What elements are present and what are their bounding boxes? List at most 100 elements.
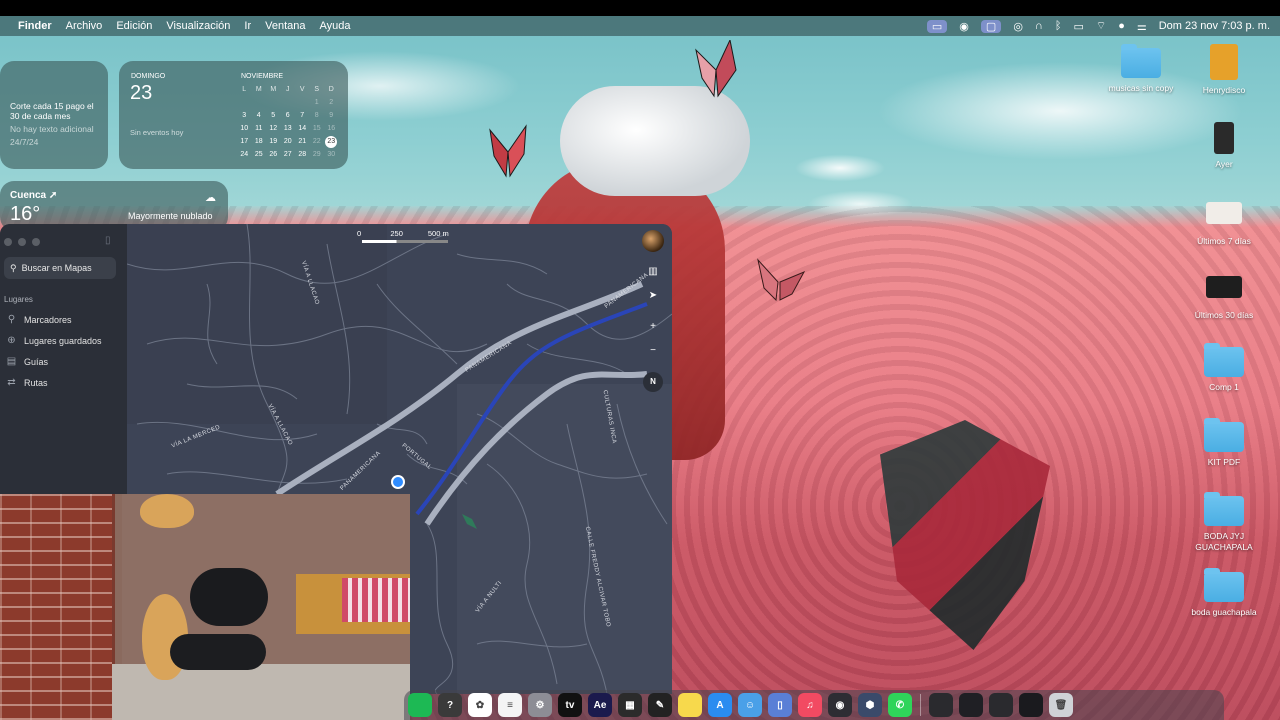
desktop-icon-comp1[interactable]: Comp 1 [1184,343,1264,393]
music-icon[interactable]: ♫ [798,693,822,717]
finder-icon[interactable]: ☺ [738,693,762,717]
calendar-day: 8 [314,112,319,119]
sidebar-toggle-icon[interactable]: ▯ [105,235,111,246]
sidebar-item-rutas[interactable]: ⇄ Rutas [6,377,48,388]
reminder-note: No hay texto adicional [10,124,94,134]
sidebar-item-marcadores[interactable]: ⚲ Marcadores [6,314,72,325]
calendar-day: 12 [269,125,278,132]
bluetooth-icon[interactable]: ᛒ [1055,20,1062,32]
screen-mirroring-icon[interactable]: ▭ [926,19,948,33]
window-thumb-icon[interactable] [989,693,1013,717]
obs-icon[interactable]: ◉ [828,693,852,717]
menu-visualizacion[interactable]: Visualización [166,20,230,32]
sidebar-item-lugares-guardados[interactable]: ⊕ Lugares guardados [6,335,101,346]
calendar-day: 24 [240,151,249,158]
menu-bar-status: ▭ ◉ ▢ ◎ ∩ ᛒ ▭ ⌔ ● ⚌ Dom 23 nov 7:03 p. m… [926,16,1270,36]
sidebar-item-label: Rutas [24,377,48,388]
maps-search-field[interactable]: ⚲ Buscar en Mapas [4,257,116,279]
app-store-icon[interactable]: A [708,693,732,717]
calendar-day: 9 [329,112,334,119]
whatsapp-icon[interactable]: ✆ [888,693,912,717]
control-center-icon[interactable]: ⚌ [1137,20,1147,33]
final-cut-icon[interactable]: ▦ [618,693,642,717]
current-location-dot[interactable] [391,475,405,489]
window-thumb-icon[interactable] [929,693,953,717]
zoom-out-icon[interactable]: − [643,341,663,361]
calendar-weekday: J [286,86,290,93]
menu-clock[interactable]: Dom 23 nov 7:03 p. m. [1159,20,1270,32]
calendar-month: NOVIEMBRE [241,73,284,80]
notes-icon[interactable] [678,693,702,717]
menu-archivo[interactable]: Archivo [66,20,103,32]
logic-icon[interactable]: ✎ [648,693,672,717]
places-heading: Lugares [4,295,33,304]
close-button[interactable] [4,238,12,246]
route-icon: ⇄ [7,377,16,388]
calendar-day: 6 [285,112,290,119]
photos-icon[interactable]: ✿ [468,693,492,717]
siri-icon[interactable]: ● [1118,20,1125,32]
sidebar-item-guias[interactable]: ▤ Guías [6,356,48,367]
menu-edicion[interactable]: Edición [116,20,152,32]
dock-separator [920,694,921,716]
folder-icon [1204,492,1244,526]
folder-icon [1204,343,1244,377]
compass-button[interactable]: N [643,372,663,392]
airdrop-icon[interactable]: ◎ [1013,20,1023,33]
maps-sidebar: ▯ ⚲ Buscar en Mapas Lugares ⚲ Marcadores… [0,224,127,494]
reminders-icon[interactable]: ≡ [498,693,522,717]
avatar[interactable] [642,230,664,252]
desktop-icon-boda-jyj[interactable]: BODA JYJ GUACHAPALA [1184,492,1264,553]
calendar-day: 30 [327,151,336,158]
headphones-icon[interactable]: ∩ [1035,20,1043,32]
calendar-day: 26 [269,151,278,158]
spotify-icon[interactable] [408,693,432,717]
calendar-day-name: DOMINGO [131,73,166,80]
menu-ventana[interactable]: Ventana [265,20,305,32]
desktop-icon-ayer[interactable]: Ayer [1184,122,1264,170]
calendar-widget[interactable]: DOMINGO 23 Sin eventos hoy NOVIEMBRE L M… [119,61,348,169]
menu-bar: Finder Archivo Edición Visualización Ir … [0,16,1280,36]
window-thumb-icon[interactable] [959,693,983,717]
reminder-widget[interactable]: Corte cada 15 pago el 30 de cada mes No … [0,61,108,169]
menu-ayuda[interactable]: Ayuda [320,20,351,32]
desktop-icon-ultimos-7[interactable]: Últimos 7 días [1184,202,1264,247]
desktop-icon-kit-pdf[interactable]: KIT PDF [1184,418,1264,468]
camera-chair-seat [170,634,266,670]
minimize-button[interactable] [18,238,26,246]
desktop-icon-ultimos-30[interactable]: Últimos 30 días [1184,276,1264,321]
menu-finder[interactable]: Finder [18,20,52,32]
record-icon[interactable]: ◉ [959,20,969,33]
after-effects-icon[interactable]: Ae [588,693,612,717]
pin-icon: ⚲ [7,314,16,325]
display-icon[interactable]: ▭ [1073,20,1083,33]
butterfly-icon [695,40,737,98]
trash-icon[interactable]: 🗑 [1049,693,1073,717]
menu-ir[interactable]: Ir [244,20,251,32]
help-icon[interactable]: ? [438,693,462,717]
camera-chair [190,568,268,626]
map-mode-icon[interactable]: ▥ [643,262,663,282]
preview-icon[interactable]: ▯ [768,693,792,717]
desktop-icon-boda-guachapala[interactable]: boda guachapala [1184,568,1264,618]
desktop-icon-henrydisco[interactable]: Henrydisco [1184,44,1264,96]
image-thumbnail-icon [1206,202,1242,224]
apple-tv-icon[interactable]: tv [558,693,582,717]
calendar-day: 14 [298,125,307,132]
calendar-day: 22 [312,138,321,145]
calendar-day [295,96,310,109]
zoom-in-icon[interactable]: + [643,317,663,337]
maps-search-placeholder: Buscar en Mapas [21,263,92,273]
desktop-icon-label: Henrydisco [1202,85,1246,95]
window-icon[interactable]: ▢ [980,19,1002,33]
window-thumb-icon[interactable] [1019,693,1043,717]
calendar-weekday: M [270,86,277,93]
desktop-icon-musicas[interactable]: musicas sin copy [1101,44,1181,94]
affinity-icon[interactable]: ⬢ [858,693,882,717]
image-thumbnail-icon [1206,276,1242,298]
zoom-button[interactable] [32,238,40,246]
location-arrow-icon[interactable]: ➤ [643,286,663,306]
calendar-day-number: 23 [130,82,153,104]
system-settings-icon[interactable]: ⚙ [528,693,552,717]
wifi-icon[interactable]: ⌔ [1096,19,1106,33]
